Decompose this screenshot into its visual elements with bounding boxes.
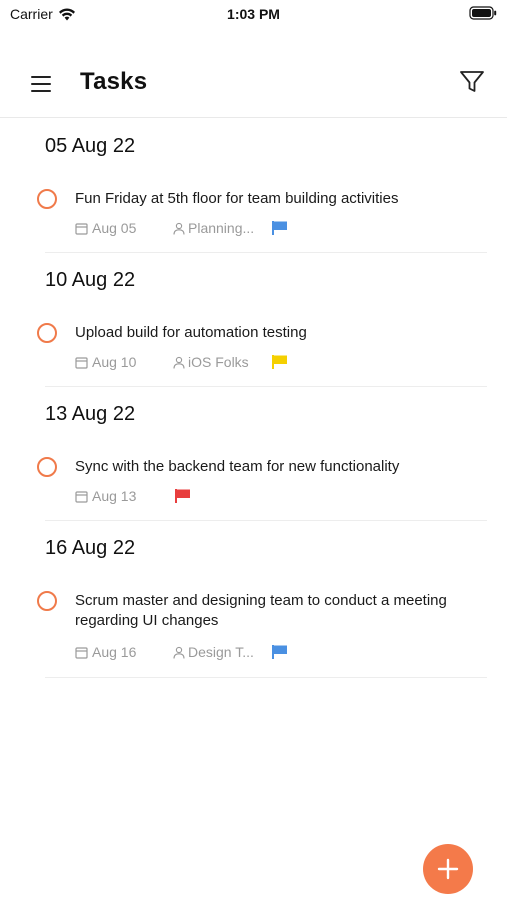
task-title: Upload build for automation testing [75, 324, 307, 341]
task-assignee-label: iOS Folks [188, 354, 249, 370]
task-due-date: Aug 13 [75, 488, 136, 504]
task-due-date: Aug 05 [75, 220, 136, 236]
task-complete-checkbox[interactable] [37, 323, 57, 343]
task-assignee-label: Design T... [188, 644, 254, 660]
status-bar: Carrier 1:03 PM [0, 0, 507, 28]
status-time: 1:03 PM [227, 6, 280, 22]
task-due-date: Aug 16 [75, 644, 136, 660]
task-due-date-label: Aug 16 [92, 644, 137, 660]
task-complete-checkbox[interactable] [37, 591, 57, 611]
flag-icon [272, 221, 287, 235]
group-date-heading: 16 Aug 22 [45, 537, 136, 559]
task-complete-checkbox[interactable] [37, 457, 57, 477]
battery-icon [469, 6, 497, 25]
task-assignee: Design T... [173, 644, 254, 660]
task-list: 05 Aug 22 Fun Friday at 5th floor for te… [0, 119, 507, 678]
group-date-heading: 10 Aug 22 [45, 269, 136, 291]
task-due-date-label: Aug 05 [92, 220, 137, 236]
task-group: 16 Aug 22 Scrum master and designing tea… [0, 521, 507, 678]
app-header: Tasks [0, 56, 507, 118]
task-title: Scrum master and designing team to condu… [75, 592, 447, 629]
group-date-heading: 05 Aug 22 [45, 135, 136, 157]
task-group: 05 Aug 22 Fun Friday at 5th floor for te… [0, 119, 507, 253]
divider [45, 677, 487, 678]
task-due-date: Aug 10 [75, 354, 136, 370]
task-group: 13 Aug 22 Sync with the backend team for… [0, 387, 507, 521]
task-assignee: iOS Folks [173, 354, 249, 370]
calendar-icon [75, 490, 88, 503]
add-task-button[interactable] [423, 844, 473, 894]
filter-icon[interactable] [459, 69, 485, 95]
hamburger-menu-icon[interactable] [28, 72, 56, 96]
flag-icon [175, 489, 190, 503]
calendar-icon [75, 222, 88, 235]
calendar-icon [75, 356, 88, 369]
task-assignee: Planning... [173, 220, 254, 236]
group-date-heading: 13 Aug 22 [45, 403, 136, 425]
task-complete-checkbox[interactable] [37, 189, 57, 209]
page-title: Tasks [80, 68, 148, 95]
task-group: 10 Aug 22 Upload build for automation te… [0, 253, 507, 387]
task-title: Fun Friday at 5th floor for team buildin… [75, 190, 399, 207]
plus-icon [437, 858, 459, 880]
person-icon [173, 646, 185, 659]
person-icon [173, 222, 185, 235]
task-due-date-label: Aug 10 [92, 354, 137, 370]
task-due-date-label: Aug 13 [92, 488, 137, 504]
flag-icon [272, 355, 287, 369]
calendar-icon [75, 646, 88, 659]
person-icon [173, 356, 185, 369]
task-title: Sync with the backend team for new funct… [75, 458, 400, 475]
flag-icon [272, 645, 287, 659]
task-assignee-label: Planning... [188, 220, 255, 236]
